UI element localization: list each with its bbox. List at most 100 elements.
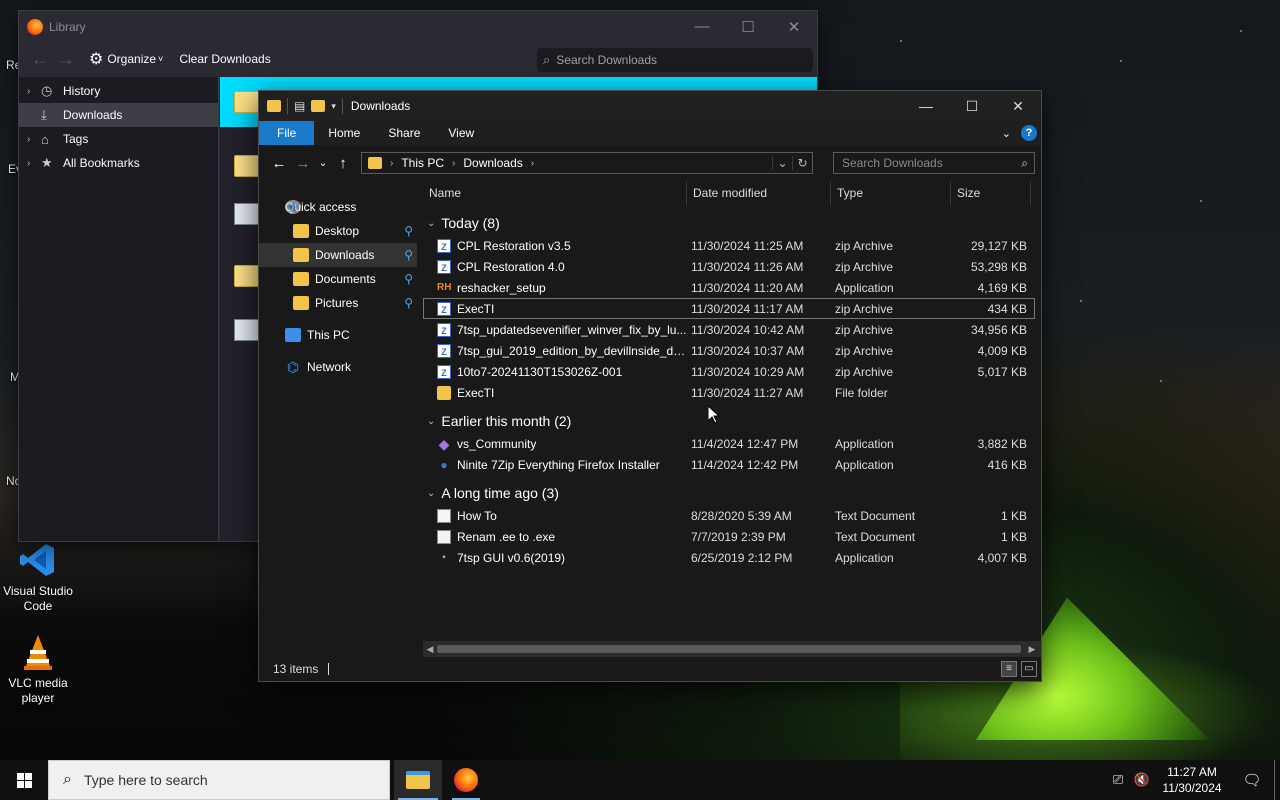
file-date: 11/30/2024 11:26 AM xyxy=(691,259,804,274)
file-row[interactable]: Z CPL Restoration 4.0 11/30/2024 11:26 AM z… xyxy=(423,256,1035,277)
horizontal-scrollbar[interactable]: ◀ ▶ xyxy=(423,641,1041,657)
group-label: Earlier this month (2) xyxy=(441,413,572,429)
breadcrumb-downloads[interactable]: Downloads xyxy=(463,156,522,170)
nav-item-label: Pictures xyxy=(315,296,359,310)
scroll-left-icon[interactable]: ◀ xyxy=(423,641,437,657)
file-row[interactable]: How To 8/28/2020 5:39 AM Text Document 1 KB xyxy=(423,505,1035,526)
maximize-button[interactable]: ☐ xyxy=(949,98,995,115)
column-header-date[interactable]: Date modified xyxy=(687,181,831,205)
address-dropdown-icon[interactable]: ⌄ xyxy=(772,156,792,170)
column-header-type[interactable]: Type xyxy=(831,181,951,205)
taskbar-firefox[interactable] xyxy=(442,760,490,800)
tree-item-tags[interactable]: › ⌂ Tags xyxy=(19,127,218,151)
large-icons-view-icon[interactable]: ▭ xyxy=(1021,661,1037,677)
library-search-placeholder: Search Downloads xyxy=(556,53,658,67)
network-icon[interactable]: ⎚ xyxy=(1106,772,1130,788)
file-row[interactable]: Z CPL Restoration v3.5 11/30/2024 11:25 AM… xyxy=(423,235,1035,256)
properties-icon[interactable]: ▤ xyxy=(294,99,305,113)
start-button[interactable] xyxy=(0,760,48,800)
nav-item-pictures[interactable]: Pictures ⚲ xyxy=(259,291,417,315)
file-row[interactable]: Renam .ee to .exe 7/7/2019 2:39 PM Text Do… xyxy=(423,526,1035,547)
explorer-titlebar[interactable]: ▤ ▾ Downloads — ☐ ✕ xyxy=(259,91,1041,121)
tree-item-history[interactable]: › ◷ History xyxy=(19,79,218,103)
chevron-right-icon[interactable]: › xyxy=(27,86,41,97)
refresh-icon[interactable]: ↻ xyxy=(792,156,812,170)
scroll-right-icon[interactable]: ▶ xyxy=(1025,641,1039,657)
file-name: ExecTI xyxy=(457,301,495,316)
tab-view[interactable]: View xyxy=(434,121,488,145)
minimize-button[interactable]: — xyxy=(679,18,725,36)
chevron-down-icon[interactable]: ⌄ xyxy=(427,488,435,499)
tab-file[interactable]: File xyxy=(259,121,315,145)
tab-share[interactable]: Share xyxy=(374,121,434,145)
nav-item-label: This PC xyxy=(307,328,350,342)
taskbar-search-box[interactable]: ⌕ Type here to search xyxy=(48,760,390,800)
back-arrow-icon[interactable]: ← xyxy=(27,49,53,70)
file-row[interactable]: Z 10to7-20241130T153026Z-001 11/30/2024 10… xyxy=(423,361,1035,382)
tree-item-all-bookmarks[interactable]: › ★ All Bookmarks xyxy=(19,151,218,175)
mouse-cursor-icon xyxy=(708,406,720,424)
column-header-size[interactable]: Size xyxy=(951,181,1031,205)
group-header[interactable]: ⌄ Today (8) xyxy=(423,211,1035,235)
file-row[interactable]: Z 7tsp_gui_2019_edition_by_devillnside_dd… xyxy=(423,340,1035,361)
nav-item-quick-access[interactable]: ★ Quick access xyxy=(259,195,417,219)
forward-arrow-icon[interactable]: → xyxy=(53,49,79,70)
help-icon[interactable]: ? xyxy=(1021,125,1037,141)
library-titlebar[interactable]: Library — ☐ ✕ xyxy=(19,11,817,43)
nav-item-label: Documents xyxy=(315,272,376,286)
file-type: zip Archive xyxy=(835,301,894,316)
show-desktop-button[interactable] xyxy=(1274,760,1280,800)
star-icon: ★ xyxy=(41,155,53,170)
file-row[interactable]: ◆ vs_Community 11/4/2024 12:47 PM Applicati… xyxy=(423,433,1035,454)
file-row[interactable]: RH reshacker_setup 11/30/2024 11:20 AM Appl… xyxy=(423,277,1035,298)
nav-item-documents[interactable]: Documents ⚲ xyxy=(259,267,417,291)
taskbar-file-explorer[interactable] xyxy=(394,760,442,800)
close-button[interactable]: ✕ xyxy=(995,98,1041,115)
column-header-name[interactable]: Name xyxy=(423,181,687,205)
volume-muted-icon[interactable]: 🔇 xyxy=(1130,772,1154,788)
nav-item-this-pc[interactable]: This PC xyxy=(259,323,417,347)
file-row[interactable]: ▪ 7tsp GUI v0.6(2019) 6/25/2019 2:12 PM App… xyxy=(423,547,1035,568)
chevron-down-icon[interactable]: ⌄ xyxy=(427,416,435,427)
desktop-icon-vlc[interactable]: VLC media player xyxy=(0,632,76,706)
group-header[interactable]: ⌄ Earlier this month (2) xyxy=(423,409,1035,433)
star-icon: ★ xyxy=(285,199,301,215)
chevron-right-icon[interactable]: › xyxy=(27,134,41,145)
maximize-button[interactable]: ☐ xyxy=(725,18,771,36)
notifications-icon[interactable]: 🗨 xyxy=(1230,771,1274,789)
forward-button[interactable]: → xyxy=(291,155,315,172)
file-row[interactable]: Z ExecTI 11/30/2024 11:17 AM zip Archive 434… xyxy=(423,298,1035,319)
file-row[interactable]: Z 7tsp_updatedsevenifier_winver_fix_by_lu… xyxy=(423,319,1035,340)
chevron-right-icon[interactable]: › xyxy=(27,158,41,169)
nav-item-downloads[interactable]: Downloads ⚲ xyxy=(259,243,417,267)
tab-home[interactable]: Home xyxy=(314,121,374,145)
details-view-icon[interactable]: ≡ xyxy=(1001,661,1017,677)
new-folder-icon[interactable] xyxy=(311,100,326,112)
recent-locations-icon[interactable]: ⌄ xyxy=(315,158,331,169)
close-button[interactable]: ✕ xyxy=(771,18,817,36)
address-bar[interactable]: › This PC › Downloads › ⌄ ↻ xyxy=(361,152,813,174)
nav-item-network[interactable]: ⌬ Network xyxy=(259,355,417,379)
breadcrumb-this-pc[interactable]: This PC xyxy=(401,156,444,170)
file-name: CPL Restoration v3.5 xyxy=(457,238,571,253)
library-search-input[interactable]: ⌕ Search Downloads xyxy=(537,48,813,72)
minimize-button[interactable]: — xyxy=(903,98,949,115)
chevron-down-icon[interactable]: ⌄ xyxy=(427,218,435,229)
file-row[interactable]: ● Ninite 7Zip Everything Firefox Installe… xyxy=(423,454,1035,475)
file-row[interactable]: ExecTI 11/30/2024 11:27 AM File folder xyxy=(423,382,1035,403)
chevron-down-icon[interactable]: ▾ xyxy=(331,101,336,112)
tree-item-downloads[interactable]: ⤓ Downloads xyxy=(19,103,218,127)
text-document-icon xyxy=(437,508,451,523)
group-header[interactable]: ⌄ A long time ago (3) xyxy=(423,481,1035,505)
file-date: 11/30/2024 11:20 AM xyxy=(691,280,804,295)
organize-button[interactable]: ⚙ Organize ˅ xyxy=(89,49,163,69)
up-button[interactable]: ↑ xyxy=(331,155,355,172)
desktop-icon-vscode[interactable]: Visual Studio Code xyxy=(0,540,76,614)
scrollbar-thumb[interactable] xyxy=(437,645,1021,653)
back-button[interactable]: ← xyxy=(267,155,291,172)
explorer-search-input[interactable]: Search Downloads ⌕ xyxy=(833,152,1035,174)
expand-ribbon-icon[interactable]: ⌄ xyxy=(1002,127,1011,140)
clear-downloads-button[interactable]: Clear Downloads xyxy=(179,52,270,66)
clock[interactable]: 11:27 AM 11/30/2024 xyxy=(1154,764,1230,796)
nav-item-desktop[interactable]: Desktop ⚲ xyxy=(259,219,417,243)
